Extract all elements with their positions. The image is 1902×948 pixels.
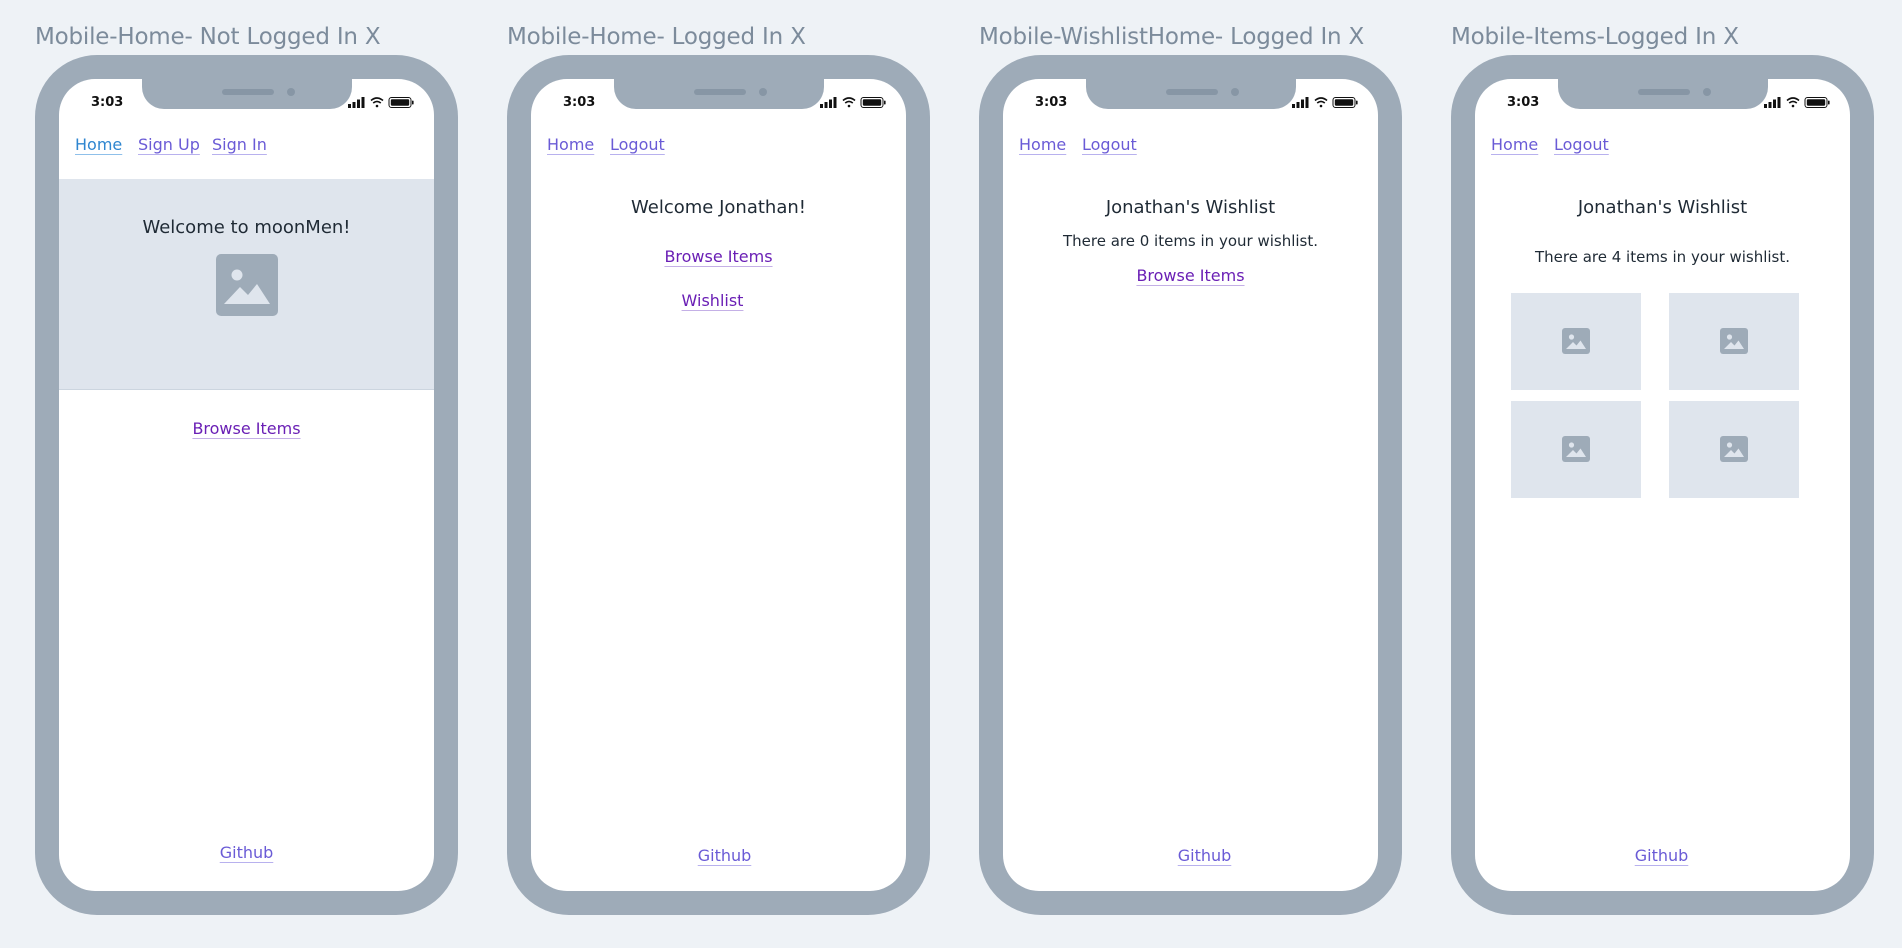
image-icon	[1720, 328, 1748, 354]
frame-title-home-logged-in: Mobile-Home- Logged In X	[507, 24, 806, 50]
status-time: 3:03	[1035, 95, 1068, 110]
nav-home-link[interactable]: Home	[547, 135, 594, 154]
notch-camera	[1231, 88, 1239, 96]
frame-title-wishlist-home: Mobile-WishlistHome- Logged In X	[979, 24, 1365, 50]
phone-screen: 3:03 Home Logout Jonathan's Wishlist The…	[1003, 79, 1378, 891]
wifi-icon	[842, 97, 856, 108]
nav-logout-link[interactable]: Logout	[1082, 135, 1137, 154]
item-tile[interactable]	[1511, 401, 1641, 498]
image-icon	[1562, 436, 1590, 462]
browse-items-link[interactable]: Browse Items	[531, 247, 906, 266]
notch-camera	[759, 88, 767, 96]
battery-icon	[1804, 97, 1830, 108]
nav-sign-in-link[interactable]: Sign In	[212, 135, 267, 154]
nav-logout-link[interactable]: Logout	[1554, 135, 1609, 154]
frame-title-items: Mobile-Items-Logged In X	[1451, 24, 1739, 50]
cellular-signal-icon	[348, 97, 365, 108]
browse-items-link[interactable]: Browse Items	[1003, 266, 1378, 285]
status-time: 3:03	[563, 95, 596, 110]
browse-items-link[interactable]: Browse Items	[59, 419, 434, 438]
notch-camera	[1703, 88, 1711, 96]
frame-title-home-not-logged-in: Mobile-Home- Not Logged In X	[35, 24, 381, 50]
status-icons	[1764, 97, 1830, 108]
notch-speaker	[1166, 89, 1218, 95]
phone-frame-home-not-logged-in: 3:03 Home Sign Up Sign In Welcome to moo…	[35, 55, 458, 915]
notch-speaker	[694, 89, 746, 95]
wishlist-heading: Jonathan's Wishlist	[1577, 197, 1748, 218]
nav-home-link[interactable]: Home	[75, 135, 122, 154]
github-link[interactable]: Github	[537, 846, 906, 865]
wifi-icon	[370, 97, 384, 108]
item-tile[interactable]	[1669, 293, 1799, 390]
github-link[interactable]: Github	[1017, 846, 1378, 865]
image-icon	[1562, 328, 1590, 354]
status-time: 3:03	[91, 95, 124, 110]
phone-screen: 3:03 Home Logout Jonathan's Wishlist The…	[1475, 79, 1850, 891]
phone-screen: 3:03 Home Logout Welcome Jonathan! Brows…	[531, 79, 906, 891]
phone-frame-wishlist-home: 3:03 Home Logout Jonathan's Wishlist The…	[979, 55, 1402, 915]
item-tile[interactable]	[1669, 401, 1799, 498]
status-icons	[820, 97, 886, 108]
battery-icon	[1332, 97, 1358, 108]
cellular-signal-icon	[1292, 97, 1309, 108]
welcome-heading: Welcome Jonathan!	[631, 197, 806, 218]
github-link[interactable]: Github	[1475, 846, 1849, 865]
phone-frame-items: 3:03 Home Logout Jonathan's Wishlist The…	[1451, 55, 1874, 915]
item-tile[interactable]	[1511, 293, 1641, 390]
battery-icon	[860, 97, 886, 108]
battery-icon	[388, 97, 414, 108]
phone-notch	[1086, 79, 1296, 109]
image-icon	[1720, 436, 1748, 462]
wishlist-count-text: There are 0 items in your wishlist.	[1062, 232, 1319, 250]
wishlist-link[interactable]: Wishlist	[531, 291, 900, 310]
nav-home-link[interactable]: Home	[1019, 135, 1066, 154]
nav-sign-up-link[interactable]: Sign Up	[138, 135, 200, 154]
status-icons	[348, 97, 414, 108]
wifi-icon	[1786, 97, 1800, 108]
phone-notch	[142, 79, 352, 109]
wishlist-heading: Jonathan's Wishlist	[1105, 197, 1276, 218]
wishlist-count-text: There are 4 items in your wishlist.	[1534, 248, 1791, 266]
nav-home-link[interactable]: Home	[1491, 135, 1538, 154]
hero-title: Welcome to moonMen!	[142, 217, 351, 238]
hero-banner: Welcome to moonMen!	[59, 179, 434, 390]
image-icon	[216, 254, 278, 316]
phone-screen: 3:03 Home Sign Up Sign In Welcome to moo…	[59, 79, 434, 891]
status-icons	[1292, 97, 1358, 108]
wifi-icon	[1314, 97, 1328, 108]
phone-notch	[614, 79, 824, 109]
status-time: 3:03	[1507, 95, 1540, 110]
cellular-signal-icon	[820, 97, 837, 108]
phone-frame-home-logged-in: 3:03 Home Logout Welcome Jonathan! Brows…	[507, 55, 930, 915]
notch-speaker	[222, 89, 274, 95]
cellular-signal-icon	[1764, 97, 1781, 108]
notch-speaker	[1638, 89, 1690, 95]
phone-notch	[1558, 79, 1768, 109]
github-link[interactable]: Github	[59, 843, 434, 862]
notch-camera	[287, 88, 295, 96]
nav-logout-link[interactable]: Logout	[610, 135, 665, 154]
